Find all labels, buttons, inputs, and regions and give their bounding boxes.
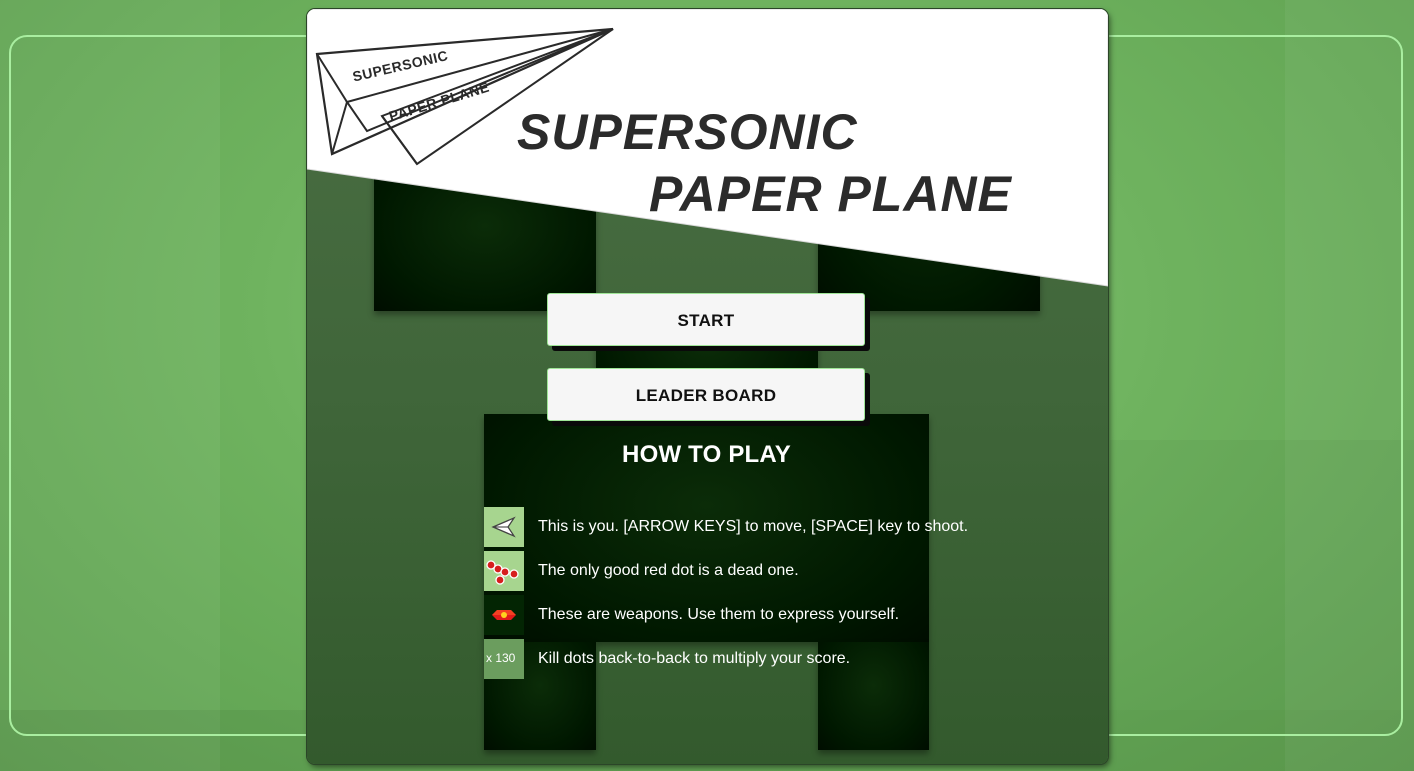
title-banner: SUPERSONIC PAPER PLANE SUPERSONIC PAPER …: [307, 9, 1108, 299]
rule-text: This is you. [ARROW KEYS] to move, [SPAC…: [538, 518, 969, 535]
rule-item: These are weapons. Use them to express y…: [484, 595, 899, 635]
rule-text: These are weapons. Use them to express y…: [538, 606, 900, 623]
rule-item: x 130 Kill dots back-to-back to multiply…: [484, 639, 850, 679]
rule-item: The only good red dot is a dead one.: [484, 551, 799, 591]
multiplier-icon: x 130: [484, 639, 524, 679]
rule-item: This is you. [ARROW KEYS] to move, [SPAC…: [484, 507, 968, 547]
game-title-line1: SUPERSONIC: [517, 104, 858, 160]
red-dots-icon: [484, 551, 524, 591]
game-panel: SUPERSONIC PAPER PLANE SUPERSONIC PAPER …: [307, 9, 1108, 764]
multiplier-label: x 130: [486, 651, 516, 665]
paper-plane-icon: [484, 507, 524, 547]
weapon-icon: [484, 595, 524, 635]
rule-text: The only good red dot is a dead one.: [538, 562, 799, 579]
rule-text: Kill dots back-to-back to multiply your …: [538, 650, 851, 667]
leaderboard-button[interactable]: LEADER BOARD: [547, 368, 865, 421]
how-to-play-title: HOW TO PLAY: [622, 441, 791, 468]
start-button[interactable]: START: [547, 293, 865, 346]
game-title-line2: PAPER PLANE: [649, 166, 1012, 222]
